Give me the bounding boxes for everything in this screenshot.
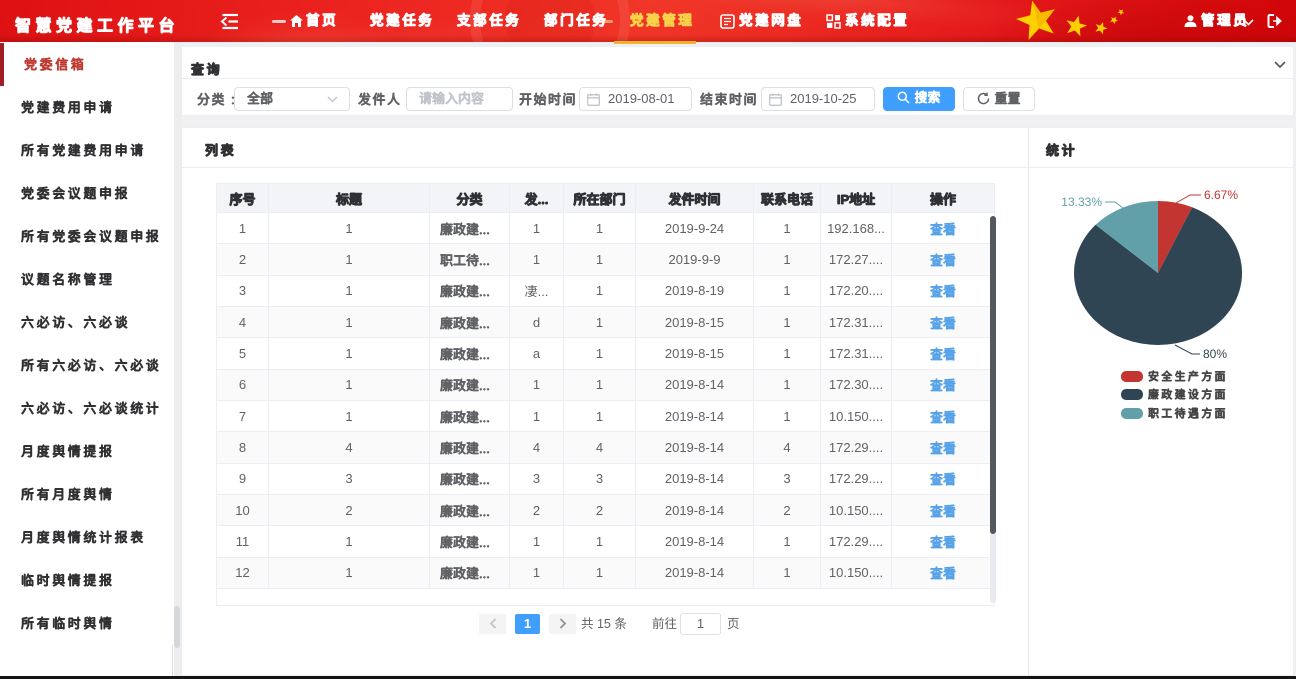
svg-text:80%: 80% (1203, 347, 1227, 361)
svg-text:6.67%: 6.67% (1204, 188, 1238, 202)
svg-text:13.33%: 13.33% (1061, 195, 1102, 209)
